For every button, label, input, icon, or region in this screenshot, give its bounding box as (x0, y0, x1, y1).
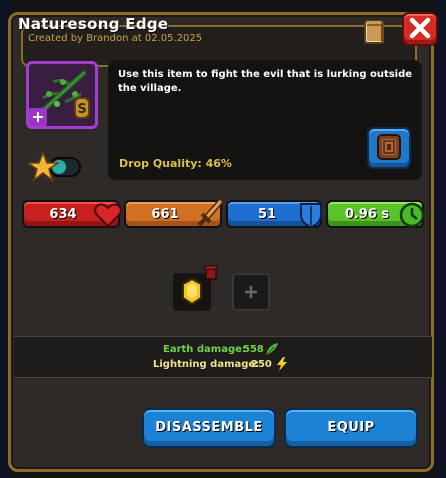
card-button[interactable] (367, 127, 411, 169)
svg-text:S: S (77, 102, 86, 117)
damage-info (14, 336, 432, 378)
earth-damage-label: Earth damage: (163, 344, 246, 355)
item-description: Use this item to fight the evil that is … (118, 69, 413, 94)
health-stat: 634 (22, 200, 122, 228)
clock-icon (399, 202, 425, 228)
socket-slot-empty[interactable] (232, 273, 270, 311)
lightning-icon (277, 357, 287, 371)
background-right (436, 0, 446, 478)
lightning-damage-value: 250 (251, 359, 272, 370)
defense-value: 51 (257, 207, 277, 222)
heart-icon (94, 203, 122, 228)
leaf-icon (265, 343, 278, 356)
speed-value: 0.96 s (344, 207, 390, 222)
earth-damage-value: 558 (243, 344, 264, 355)
star-rank (25, 150, 84, 182)
disassemble-button[interactable]: DISASSEMBLE (142, 408, 276, 448)
health-value: 634 (49, 207, 77, 222)
scroll-card-icon (377, 134, 401, 160)
attack-stat: 661 (124, 200, 223, 228)
lightning-damage-label: Lightning damage: (153, 359, 260, 370)
item-title: Naturesong Edge (18, 15, 169, 33)
sword-icon (197, 200, 223, 227)
item-creator: Created by Brandon at 02.05.2025 (28, 33, 203, 44)
trash-icon[interactable] (203, 264, 219, 280)
shield-icon (300, 203, 322, 229)
close-icon (409, 17, 431, 39)
attack-value: 661 (151, 207, 179, 222)
speed-stat: 0.96 s (326, 200, 425, 228)
drop-quality: Drop Quality: 46% (119, 157, 232, 170)
defense-stat: 51 (226, 200, 322, 229)
star-icon (25, 150, 81, 182)
upgrade-plus-icon[interactable]: + (29, 108, 47, 126)
book-icon[interactable] (362, 19, 388, 45)
close-button[interactable] (402, 12, 438, 46)
equip-button[interactable]: EQUIP (284, 408, 418, 448)
add-icon (245, 286, 257, 298)
